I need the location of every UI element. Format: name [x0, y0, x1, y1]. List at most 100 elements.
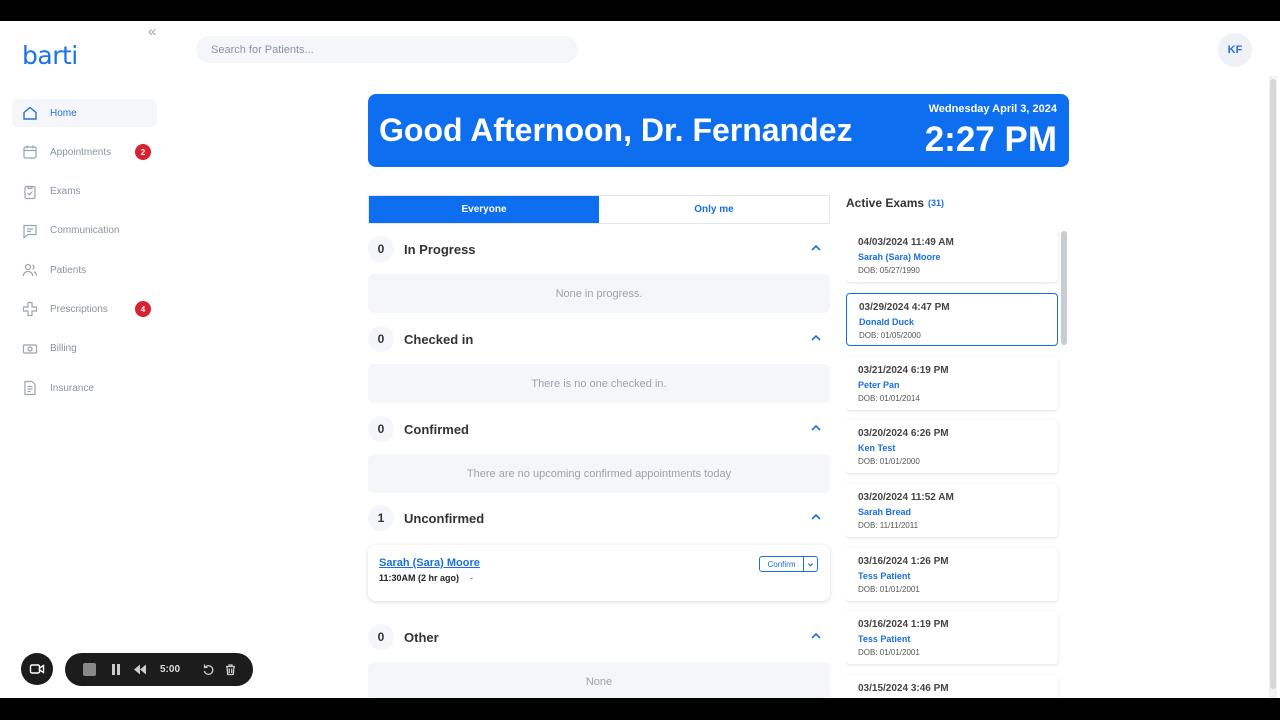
rewind-icon[interactable]	[133, 663, 147, 676]
exam-date: 03/20/2024 6:26 PM	[858, 428, 949, 439]
chevron-up-icon[interactable]	[810, 422, 822, 434]
sidebar-item-label: Communication	[50, 225, 120, 237]
document-icon	[24, 380, 36, 396]
exam-card[interactable]: 03/20/2024 6:26 PM Ken Test DOB: 01/01/2…	[846, 420, 1058, 473]
appointments-badge: 2	[135, 144, 151, 161]
sidebar-item-communication[interactable]: Communication	[12, 217, 157, 245]
scope-toggle: Everyone Only me	[368, 195, 830, 224]
chevron-up-icon[interactable]	[810, 242, 822, 254]
exam-date: 03/29/2024 4:47 PM	[859, 302, 950, 313]
recording-timer: 5:00	[160, 664, 181, 675]
active-exams-title: Active Exams	[846, 196, 925, 210]
chevron-up-icon[interactable]	[810, 511, 822, 523]
exam-date: 03/15/2024 3:46 PM	[858, 683, 949, 694]
trash-icon[interactable]	[224, 663, 237, 676]
exam-card[interactable]: 03/29/2024 4:47 PM Donald Duck DOB: 01/0…	[846, 293, 1058, 346]
confirm-button[interactable]: Confirm	[759, 556, 804, 572]
exam-patient-dob: DOB: 01/01/2001	[858, 648, 920, 657]
confirm-dropdown-button[interactable]	[803, 556, 818, 572]
sidebar-item-appointments[interactable]: Appointments 2	[12, 138, 157, 166]
current-date: Wednesday April 3, 2024	[928, 103, 1057, 115]
section-in-progress[interactable]: 0 In Progress	[368, 234, 830, 264]
sidebar-item-prescriptions[interactable]: Prescriptions 4	[12, 295, 157, 323]
sidebar-item-label: Appointments	[50, 146, 112, 158]
app-window: barti « Home Appointments 2 Exams Commun…	[0, 21, 1280, 698]
section-checked-in[interactable]: 0 Checked in	[368, 324, 830, 354]
section-unconfirmed[interactable]: 1 Unconfirmed	[368, 503, 830, 533]
empty-state: There is no one checked in.	[368, 364, 830, 403]
exam-card[interactable]: 03/20/2024 11:52 AM Sarah Bread DOB: 11/…	[846, 484, 1058, 537]
appointment-time: 11:30AM (2 hr ago)	[379, 573, 460, 583]
section-confirmed[interactable]: 0 Confirmed	[368, 414, 830, 444]
appointment-card: Sarah (Sara) Moore 11:30AM (2 hr ago) - …	[368, 545, 830, 601]
section-count: 1	[368, 505, 394, 531]
exam-date: 03/16/2024 1:26 PM	[858, 556, 949, 567]
exam-date: 04/03/2024 11:49 AM	[858, 237, 954, 248]
page-scrollbar-thumb[interactable]	[1270, 79, 1276, 689]
recording-controls: 5:00	[65, 653, 253, 686]
sidebar-item-label: Exams	[50, 186, 81, 198]
section-count: 0	[368, 416, 394, 442]
collapse-sidebar-icon[interactable]: «	[148, 23, 156, 40]
section-title: Other	[404, 629, 439, 645]
appointment-patient-link[interactable]: Sarah (Sara) Moore	[379, 557, 480, 569]
exam-patient-dob: DOB: 11/11/2011	[858, 521, 919, 530]
patient-search-input[interactable]: Search for Patients...	[196, 36, 578, 63]
sidebar: barti « Home Appointments 2 Exams Commun…	[0, 21, 170, 698]
restart-icon[interactable]	[202, 663, 215, 676]
active-exams-count: (31)	[928, 198, 945, 208]
camera-button[interactable]	[21, 653, 53, 685]
sidebar-nav: Home Appointments 2 Exams Communication …	[12, 99, 157, 413]
section-title: Checked in	[404, 331, 474, 347]
exam-patient-name: Peter Pan	[858, 380, 900, 390]
sidebar-item-patients[interactable]: Patients	[12, 256, 157, 284]
section-title: Confirmed	[404, 421, 469, 437]
section-other[interactable]: 0 Other	[368, 622, 830, 652]
sidebar-item-exams[interactable]: Exams	[12, 178, 157, 206]
user-avatar[interactable]: KF	[1218, 33, 1252, 67]
exam-patient-dob: DOB: 01/01/2014	[858, 394, 920, 403]
sidebar-item-home[interactable]: Home	[12, 99, 157, 127]
appointment-separator: -	[470, 573, 473, 583]
current-time: 2:27 PM	[924, 120, 1057, 159]
money-icon	[22, 344, 38, 354]
exam-date: 03/20/2024 11:52 AM	[858, 492, 954, 503]
exam-patient-dob: DOB: 01/05/2000	[859, 331, 921, 340]
stop-recording-button[interactable]	[83, 663, 96, 676]
exam-patient-dob: DOB: 05/27/1990	[858, 266, 920, 275]
clipboard-icon	[24, 185, 36, 199]
sidebar-item-insurance[interactable]: Insurance	[12, 374, 157, 402]
exam-patient-name: Tess Patient	[858, 634, 911, 644]
empty-state: None in progress.	[368, 274, 830, 313]
exam-patient-dob: DOB: 01/01/2000	[858, 457, 920, 466]
exam-patient-name: Tess Patient	[858, 571, 911, 581]
barti-logo[interactable]: barti	[22, 41, 78, 70]
exam-patient-name: Sarah Bread	[858, 507, 912, 517]
greeting-banner: Good Afternoon, Dr. Fernandez Wednesday …	[368, 94, 1069, 167]
sidebar-item-label: Patients	[50, 264, 87, 276]
sidebar-item-label: Billing	[50, 343, 77, 355]
chevron-down-icon	[807, 562, 814, 567]
pause-icon[interactable]	[110, 663, 122, 676]
exam-card[interactable]: 03/16/2024 1:19 PM Tess Patient DOB: 01/…	[846, 611, 1058, 664]
exam-date: 03/21/2024 6:19 PM	[858, 365, 949, 376]
exam-card[interactable]: 03/21/2024 6:19 PM Peter Pan DOB: 01/01/…	[846, 357, 1058, 410]
exams-scrollbar-thumb[interactable]	[1061, 231, 1067, 345]
chevron-up-icon[interactable]	[810, 332, 822, 344]
tab-everyone[interactable]: Everyone	[369, 196, 599, 223]
section-count: 0	[368, 326, 394, 352]
cross-icon	[22, 302, 38, 317]
chevron-up-icon[interactable]	[810, 630, 822, 642]
sidebar-item-label: Prescriptions	[50, 303, 108, 315]
section-title: In Progress	[404, 241, 476, 257]
exam-card[interactable]: 04/03/2024 11:49 AM Sarah (Sara) Moore D…	[846, 229, 1058, 282]
tab-only-me[interactable]: Only me	[599, 196, 829, 223]
empty-state: None	[368, 662, 830, 698]
home-icon	[23, 106, 37, 120]
active-exams-list: 04/03/2024 11:49 AM Sarah (Sara) Moore D…	[846, 229, 1068, 698]
sidebar-item-billing[interactable]: Billing	[12, 335, 157, 363]
exam-patient-dob: DOB: 01/01/2001	[858, 585, 920, 594]
section-count: 0	[368, 624, 394, 650]
exam-card[interactable]: 03/16/2024 1:26 PM Tess Patient DOB: 01/…	[846, 548, 1058, 601]
exam-card[interactable]: 03/15/2024 3:46 PM	[846, 675, 1058, 698]
